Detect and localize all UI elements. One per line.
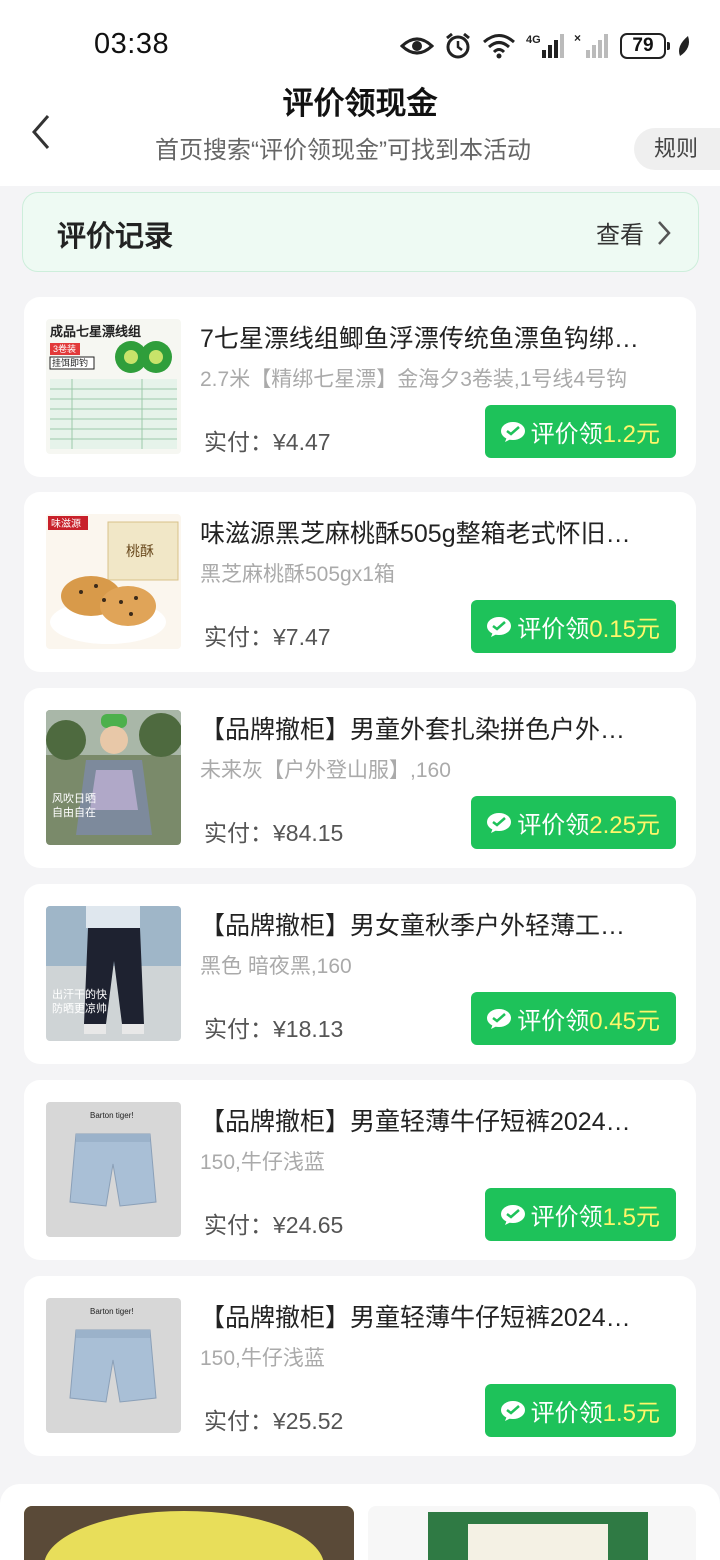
svg-text:×: × xyxy=(574,32,581,45)
item-spec: 150,牛仔浅蓝 xyxy=(200,1347,325,1370)
reward-label: 评价领 xyxy=(530,421,603,448)
eye-icon xyxy=(400,37,434,55)
wechat-pay-icon xyxy=(500,1204,525,1225)
view-records-link[interactable]: 查看 xyxy=(596,215,672,250)
item-title[interactable]: 7七星漂线组鲫鱼浮漂传统鱼漂鱼钩绑… xyxy=(200,319,680,355)
item-title[interactable]: 【品牌撤柜】男童外套扎染拼色户外… xyxy=(200,710,680,746)
wechat-pay-icon xyxy=(500,421,525,442)
recommendation-card[interactable] xyxy=(368,1506,696,1560)
item-spec: 黑色 暗夜黑,160 xyxy=(200,955,352,978)
item-spec: 150,牛仔浅蓝 xyxy=(200,1151,325,1174)
reward-label: 评价领 xyxy=(517,1008,590,1035)
list-item[interactable]: 风吹日晒 自由自在 【品牌撤柜】男童外套扎染拼色户外… 未来灰【户外登山服】,1… xyxy=(24,688,696,868)
reward-amount: 2.25元 xyxy=(589,812,660,839)
thumb-brand: Barton tiger! xyxy=(90,1307,134,1316)
status-icons: 4G × 79 xyxy=(400,28,692,64)
reward-label: 评价领 xyxy=(530,1204,603,1231)
item-paid: 实付：¥84.15 xyxy=(204,820,344,846)
wechat-pay-icon xyxy=(487,1008,512,1029)
status-time: 03:38 xyxy=(94,28,170,60)
review-record-bar[interactable]: 评价记录 查看 xyxy=(22,192,699,272)
reward-amount: 1.5元 xyxy=(602,1400,660,1427)
battery-icon: 79 xyxy=(620,33,670,59)
item-paid: 实付：¥24.65 xyxy=(204,1212,344,1238)
signal-no-sim-icon: × xyxy=(574,32,608,58)
recommendation-card[interactable] xyxy=(24,1506,354,1560)
list-item[interactable]: Barton tiger! 【品牌撤柜】男童轻薄牛仔短裤2024… 150,牛仔… xyxy=(24,1080,696,1260)
item-spec: 未来灰【户外登山服】,160 xyxy=(200,759,451,782)
reward-amount: 1.5元 xyxy=(602,1204,660,1231)
list-item[interactable]: 味滋源 桃酥 味滋源黑芝麻桃酥505g整箱老式怀旧… 黑芝麻桃酥505gx1箱 … xyxy=(24,492,696,672)
product-thumbnail[interactable]: Barton tiger! xyxy=(46,1102,181,1237)
item-title[interactable]: 【品牌撤柜】男女童秋季户外轻薄工… xyxy=(200,906,680,942)
item-paid: 实付：¥7.47 xyxy=(204,624,331,650)
thumb-sub: 挂饵即钓 xyxy=(52,357,88,368)
item-title[interactable]: 【品牌撤柜】男童轻薄牛仔短裤2024… xyxy=(200,1102,680,1138)
thumb-product: 桃酥 xyxy=(126,543,154,559)
product-thumbnail[interactable]: 成品七星漂线组 3卷装 挂饵即钓 xyxy=(46,319,181,454)
review-reward-button[interactable]: 评价领 0.15元 xyxy=(471,600,676,653)
view-label: 查看 xyxy=(596,222,644,249)
review-reward-button[interactable]: 评价领 1.2元 xyxy=(484,405,676,458)
list-item[interactable]: 出汗干的快 防晒更凉帅 【品牌撤柜】男女童秋季户外轻薄工… 黑色 暗夜黑,160… xyxy=(24,884,696,1064)
item-paid: 实付：¥18.13 xyxy=(204,1016,344,1042)
review-record-title: 评价记录 xyxy=(57,221,174,253)
item-spec: 黑芝麻桃酥505gx1箱 xyxy=(200,563,395,586)
reward-label: 评价领 xyxy=(517,616,590,643)
product-thumbnail[interactable]: Barton tiger! xyxy=(46,1298,181,1433)
thumb-caption-1: 出汗干的快 xyxy=(52,987,107,1001)
reward-label: 评价领 xyxy=(530,1400,603,1427)
page-title: 评价领现金 xyxy=(282,86,438,121)
list-item[interactable]: 成品七星漂线组 3卷装 挂饵即钓 7七星漂线组鲫鱼浮漂传统鱼漂鱼钩绑… 2.7米… xyxy=(24,297,696,477)
wechat-pay-icon xyxy=(487,616,512,637)
page-header: 评价领现金 首页搜索“评价领现金”可找到本活动 规则 xyxy=(0,70,720,186)
recommendation-section xyxy=(0,1484,720,1560)
network-label: 4G xyxy=(526,34,541,46)
product-thumbnail[interactable]: 风吹日晒 自由自在 xyxy=(46,710,181,845)
reward-amount: 1.2元 xyxy=(602,421,660,448)
thumb-brand: Barton tiger! xyxy=(90,1111,134,1120)
review-reward-button[interactable]: 评价领 1.5元 xyxy=(484,1384,676,1437)
reward-amount: 0.15元 xyxy=(589,616,660,643)
review-reward-button[interactable]: 评价领 1.5元 xyxy=(484,1188,676,1241)
page-subtitle: 首页搜索“评价领现金”可找到本活动 xyxy=(155,137,531,164)
reward-label: 评价领 xyxy=(517,812,590,839)
alarm-icon xyxy=(446,32,470,59)
wechat-pay-icon xyxy=(487,812,512,833)
rules-button[interactable]: 规则 xyxy=(634,128,720,170)
leaf-icon xyxy=(679,36,689,56)
item-title[interactable]: 味滋源黑芝麻桃酥505g整箱老式怀旧… xyxy=(200,514,680,550)
reward-amount: 0.45元 xyxy=(589,1008,660,1035)
item-paid: 实付：¥4.47 xyxy=(204,429,331,455)
thumb-brand: 味滋源 xyxy=(51,517,81,530)
item-title[interactable]: 【品牌撤柜】男童轻薄牛仔短裤2024… xyxy=(200,1298,680,1334)
thumb-caption-1: 风吹日晒 xyxy=(52,792,96,805)
review-reward-button[interactable]: 评价领 2.25元 xyxy=(471,796,676,849)
item-spec: 2.7米【精绑七星漂】金海夕3卷装,1号线4号钩 xyxy=(200,368,628,391)
review-reward-button[interactable]: 评价领 0.45元 xyxy=(471,992,676,1045)
thumb-badge: 3卷装 xyxy=(53,343,76,354)
thumb-title: 成品七星漂线组 xyxy=(50,324,141,339)
product-thumbnail[interactable]: 味滋源 桃酥 xyxy=(46,514,181,649)
list-item[interactable]: Barton tiger! 【品牌撤柜】男童轻薄牛仔短裤2024… 150,牛仔… xyxy=(24,1276,696,1456)
thumb-caption-2: 防晒更凉帅 xyxy=(52,1001,107,1015)
product-thumbnail[interactable]: 出汗干的快 防晒更凉帅 xyxy=(46,906,181,1041)
thumb-caption-2: 自由自在 xyxy=(52,805,96,819)
signal-4g-icon: 4G xyxy=(526,34,564,58)
item-paid: 实付：¥25.52 xyxy=(204,1408,344,1434)
wifi-icon xyxy=(483,34,515,59)
chevron-right-icon xyxy=(658,220,671,245)
wechat-pay-icon xyxy=(500,1400,525,1421)
